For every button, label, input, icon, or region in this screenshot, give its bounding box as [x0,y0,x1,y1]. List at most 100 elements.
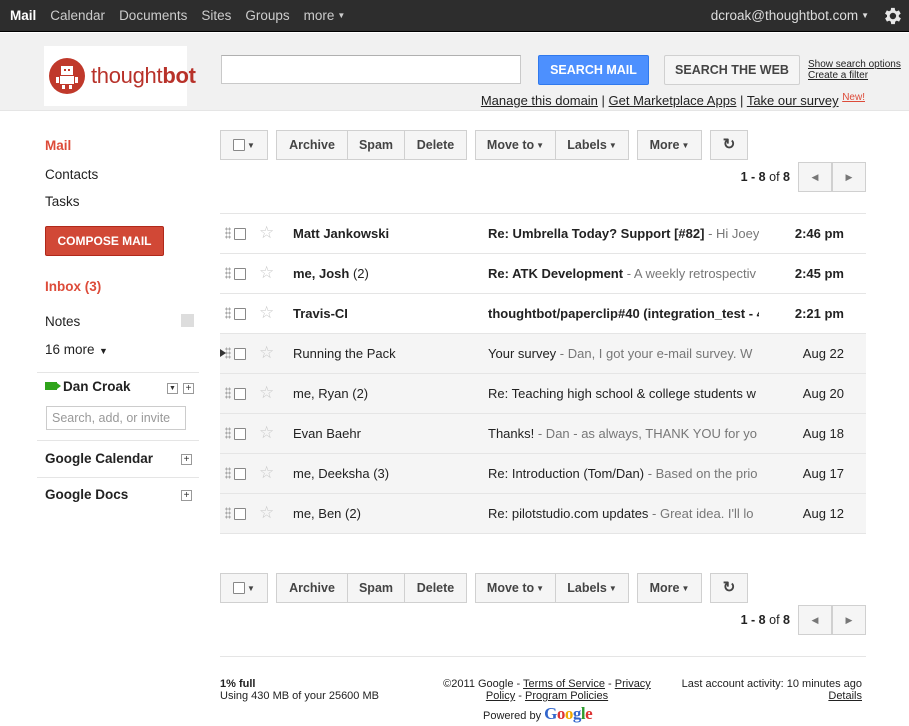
user-email: dcroak@thoughtbot.com [710,8,859,23]
details-link[interactable]: Details [828,690,862,702]
delete-button[interactable]: Delete [404,573,467,603]
row-checkbox[interactable] [234,228,246,240]
sidebar-item-notes[interactable]: Notes [45,314,80,329]
archive-button[interactable]: Archive [276,573,348,603]
drag-handle-icon[interactable] [225,427,231,439]
chat-search-input[interactable]: Search, add, or invite [46,406,186,430]
table-row[interactable]: ☆ Evan Baehr Thanks! - Dan - as always, … [220,414,866,454]
drag-handle-icon[interactable] [225,307,231,319]
chat-options-icon[interactable]: ▼ [167,383,178,394]
sidebar-item-inbox[interactable]: Inbox (3) [45,279,101,294]
table-row[interactable]: ☆ Running the Pack Your survey - Dan, I … [220,334,866,374]
archive-button[interactable]: Archive [276,130,348,160]
expand-calendar-icon[interactable]: + [181,454,192,465]
label-color-swatch[interactable] [181,314,194,327]
refresh-icon[interactable]: ↻ [710,573,748,603]
survey-link[interactable]: Take our survey [747,93,839,108]
star-icon[interactable]: ☆ [259,423,274,443]
topnav-more[interactable]: more ▼ [297,0,353,32]
prev-page-icon[interactable]: ◀ [798,162,832,192]
subject-text: Re: ATK Development [488,266,624,281]
chevron-down-icon: ▼ [337,11,346,20]
program-policies-link[interactable]: Program Policies [525,690,608,702]
row-checkbox[interactable] [234,348,246,360]
powered-by-label: Powered by [483,710,542,722]
add-chat-icon[interactable]: + [183,383,194,394]
gear-icon[interactable] [881,5,903,27]
search-input[interactable] [221,55,521,84]
row-checkbox[interactable] [234,388,246,400]
star-icon[interactable]: ☆ [259,263,274,283]
row-checkbox[interactable] [234,468,246,480]
topnav-more-label: more [303,8,335,23]
table-row[interactable]: ☆ me, Deeksha (3) Re: Introduction (Tom/… [220,454,866,494]
sidebar-item-contacts[interactable]: Contacts [45,167,98,182]
sidebar-item-tasks[interactable]: Tasks [45,194,80,209]
table-row[interactable]: ☆ me, Ryan (2) Re: Teaching high school … [220,374,866,414]
row-checkbox[interactable] [234,308,246,320]
sidebar-item-more[interactable]: 16 more ▼ [45,342,108,357]
show-search-options-link[interactable]: Show search options [808,59,901,70]
sidebar-item-mail[interactable]: Mail [45,138,71,153]
table-row[interactable]: ☆ Matt Jankowski Re: Umbrella Today? Sup… [220,214,866,254]
manage-domain-link[interactable]: Manage this domain [481,93,598,108]
spam-button[interactable]: Spam [347,573,405,603]
marketplace-link[interactable]: Get Marketplace Apps [609,93,737,108]
pager-bottom: 1 - 8 of 8 ◀ ▶ [220,605,866,635]
gadget-google-docs[interactable]: Google Docs [45,487,128,502]
terms-link[interactable]: Terms of Service [523,678,605,690]
table-row[interactable]: ☆ me, Josh (2) Re: ATK Development - A w… [220,254,866,294]
topnav-sites[interactable]: Sites [194,0,238,32]
topnav-mail[interactable]: Mail [0,0,43,32]
refresh-icon[interactable]: ↻ [710,130,748,160]
topnav-groups[interactable]: Groups [238,0,296,32]
logo[interactable]: thoughtbot [44,46,196,106]
account-menu[interactable]: dcroak@thoughtbot.com ▼ [711,0,869,32]
message-sender: Running the Pack [293,346,478,361]
drag-handle-icon[interactable] [225,507,231,519]
star-icon[interactable]: ☆ [259,503,274,523]
topnav-calendar[interactable]: Calendar [43,0,112,32]
row-checkbox[interactable] [234,508,246,520]
message-sender: me, Josh (2) [293,266,478,281]
more-button[interactable]: More ▼ [637,130,702,160]
prev-page-icon[interactable]: ◀ [798,605,832,635]
drag-handle-icon[interactable] [225,227,231,239]
drag-handle-icon[interactable] [225,267,231,279]
create-filter-link[interactable]: Create a filter [808,70,901,81]
search-web-button[interactable]: SEARCH THE WEB [664,55,800,85]
labels-button[interactable]: Labels ▼ [555,573,629,603]
divider [37,372,199,373]
subject-text: Your survey [488,346,557,361]
star-icon[interactable]: ☆ [259,223,274,243]
next-page-icon[interactable]: ▶ [832,605,866,635]
star-icon[interactable]: ☆ [259,343,274,363]
more-button[interactable]: More ▼ [637,573,702,603]
row-checkbox[interactable] [234,268,246,280]
drag-handle-icon[interactable] [225,467,231,479]
table-row[interactable]: ☆ me, Ben (2) Re: pilotstudio.com update… [220,494,866,534]
expand-docs-icon[interactable]: + [181,490,192,501]
table-row[interactable]: ☆ Travis-CI thoughtbot/paperclip#40 (int… [220,294,866,334]
row-checkbox[interactable] [234,428,246,440]
labels-button[interactable]: Labels ▼ [555,130,629,160]
delete-button[interactable]: Delete [404,130,467,160]
next-page-icon[interactable]: ▶ [832,162,866,192]
topnav-documents[interactable]: Documents [112,0,194,32]
message-snippet: - A weekly retrospectiv [623,266,757,281]
star-icon[interactable]: ☆ [259,303,274,323]
compose-button[interactable]: COMPOSE MAIL [45,226,164,256]
select-all-button[interactable]: ▼ [220,130,268,160]
spam-button[interactable]: Spam [347,130,405,160]
move-to-button[interactable]: Move to ▼ [475,130,556,160]
gadget-google-calendar[interactable]: Google Calendar [45,451,153,466]
drag-handle-icon[interactable] [225,387,231,399]
pager-of: of [769,613,780,627]
drag-handle-icon[interactable] [225,347,231,359]
star-icon[interactable]: ☆ [259,383,274,403]
move-to-button[interactable]: Move to ▼ [475,573,556,603]
select-all-button[interactable]: ▼ [220,573,268,603]
star-icon[interactable]: ☆ [259,463,274,483]
search-mail-button[interactable]: SEARCH MAIL [538,55,649,85]
pager-total: 8 [783,613,790,627]
